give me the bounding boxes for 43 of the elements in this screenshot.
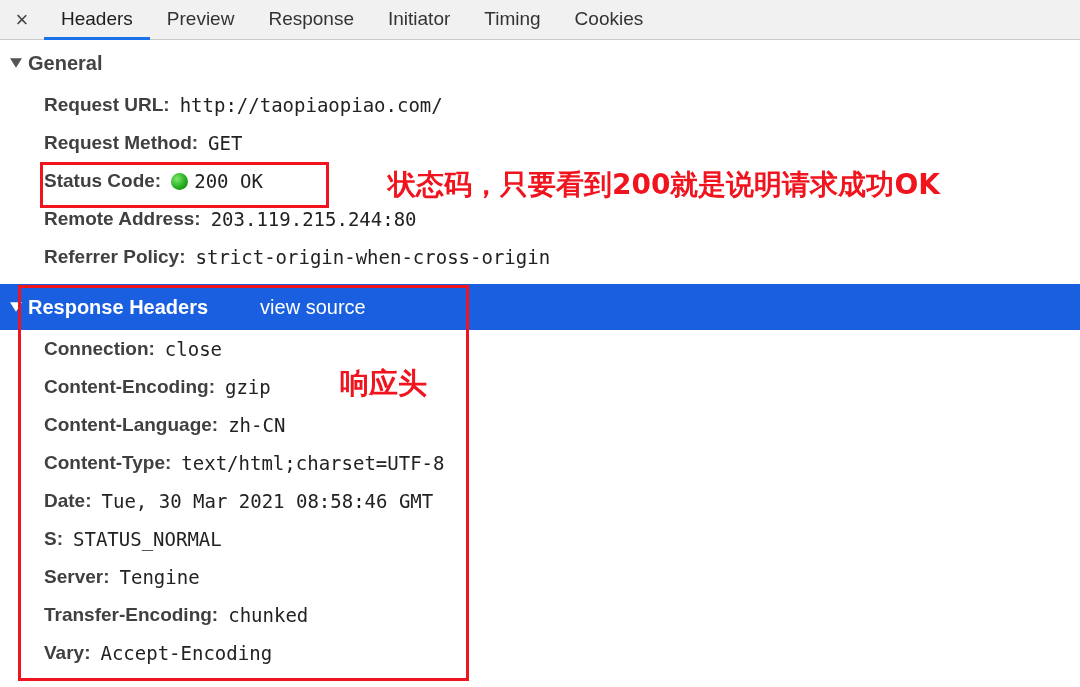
header-name: S: <box>44 528 63 550</box>
header-value: text/html;charset=UTF-8 <box>181 452 445 474</box>
section-title: General <box>28 51 103 75</box>
tab[interactable]: Response <box>251 0 371 40</box>
tab[interactable]: Cookies <box>557 0 661 40</box>
header-value: http://taopiaopiao.com/ <box>179 94 443 116</box>
header-name: Content-Type: <box>44 452 172 474</box>
header-name: Referrer Policy: <box>44 246 186 268</box>
header-name: Transfer-Encoding: <box>44 604 219 626</box>
header-name: Date: <box>44 490 92 512</box>
header-value: 203.119.215.244:80 <box>210 208 417 230</box>
section-title: Response Headers <box>28 295 209 319</box>
annotation-text: 状态码，只要看到200就是说明请求成功OK <box>388 167 940 203</box>
tab[interactable]: Headers <box>44 0 150 40</box>
header-name: Request Method: <box>44 132 199 154</box>
close-icon[interactable]: × <box>0 0 44 39</box>
tab[interactable]: Initiator <box>370 0 468 40</box>
header-value: close <box>164 338 223 360</box>
header-name: Status Code: <box>44 170 162 192</box>
header-name: Request URL: <box>44 94 170 116</box>
header-name: Vary: <box>44 642 91 664</box>
triangle-icon[interactable] <box>10 57 22 69</box>
header-name: Remote Address: <box>44 208 201 230</box>
tab[interactable]: Timing <box>467 0 558 40</box>
header-value: 200 OK <box>194 170 263 192</box>
header-name: Connection: <box>44 338 155 360</box>
header-value: strict-origin-when-cross-origin <box>195 246 551 268</box>
view-source-link[interactable]: view source <box>260 295 366 319</box>
header-value: Accept-Encoding <box>100 642 273 664</box>
section-header-bar[interactable]: Response Headers view source <box>0 284 1080 330</box>
header-value: gzip <box>224 376 271 398</box>
header-value: Tengine <box>119 566 200 588</box>
header-value: Tue, 30 Mar 2021 08:58:46 GMT <box>101 490 434 512</box>
tab[interactable]: Preview <box>149 0 252 40</box>
header-value: zh-CN <box>228 414 286 436</box>
header-name: Content-Language: <box>44 414 219 436</box>
header-value: STATUS_NORMAL <box>73 528 222 550</box>
header-value: chunked <box>228 604 309 626</box>
header-name: Server: <box>44 566 110 588</box>
header-value: GET <box>208 132 243 154</box>
annotation-text: 响应头 <box>340 365 427 402</box>
triangle-icon[interactable] <box>10 301 22 313</box>
header-name: Content-Encoding: <box>44 376 215 398</box>
